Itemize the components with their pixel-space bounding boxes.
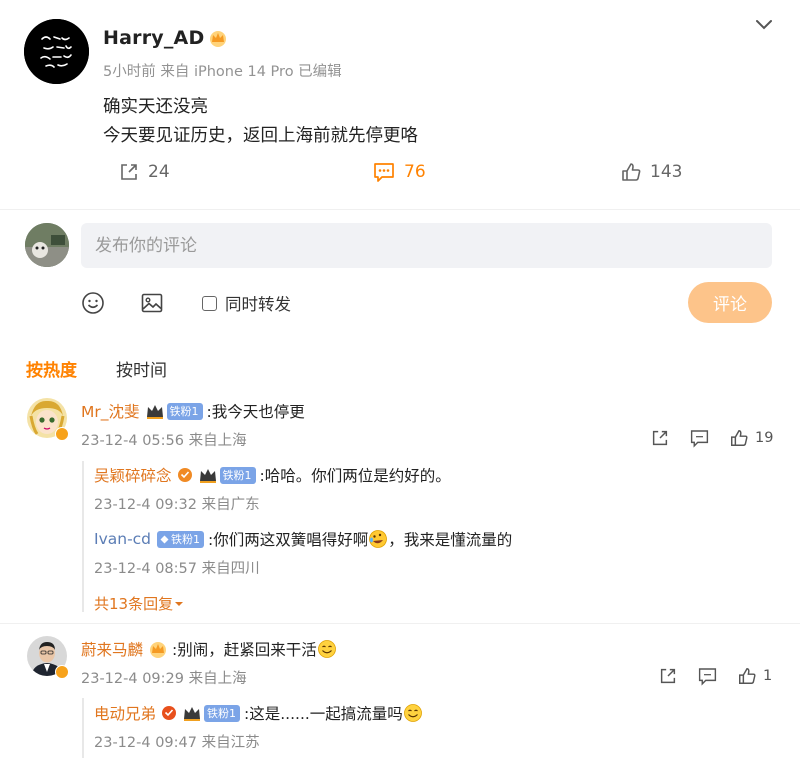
comment-like-button[interactable]: 1 <box>737 666 772 686</box>
view-more-replies-link[interactable]: 共13条回复 <box>94 593 185 614</box>
reply-header: 吴颖碎碎念 铁粉1 :哈哈。你们两位是约好的。 <box>94 464 451 486</box>
comment-header: 蔚来马麟 :别闹，赶紧回来干活 <box>81 638 337 660</box>
verified-badge-icon <box>177 468 192 482</box>
laugh-cry-emoji-icon <box>369 530 388 548</box>
repost-checkbox[interactable]: 同时转发 <box>202 291 291 315</box>
post-text-line2: 今天要见证历史，返回上海前就先停更咯 <box>103 126 418 146</box>
divider <box>0 623 800 624</box>
share-icon <box>652 430 668 446</box>
comment-button[interactable]: 76 <box>372 161 426 183</box>
comment-time: 23-12-4 05:56 来自上海 <box>81 433 247 449</box>
caret-down-icon <box>175 601 184 606</box>
comment-input[interactable] <box>81 223 772 268</box>
my-avatar[interactable] <box>25 223 69 267</box>
comment-time: 23-12-4 09:29 来自上海 <box>81 671 247 687</box>
reply-text-after: ，我来是懂流量的 <box>388 531 513 549</box>
reply-header: 电动兄弟 铁粉1 :这是......一起搞流量吗 <box>94 702 423 724</box>
comment-like-button[interactable]: 19 <box>729 428 773 448</box>
share-count: 24 <box>148 162 170 182</box>
fan-badge: 铁粉1 <box>219 466 256 484</box>
crown-icon <box>184 707 201 721</box>
reply-time: 23-12-4 09:32 来自广东 <box>94 497 260 513</box>
more-replies-label: 共13条回复 <box>94 595 174 613</box>
repost-label: 同时转发 <box>225 295 291 314</box>
submit-comment-button[interactable]: 评论 <box>688 282 772 323</box>
reply-text: :这是......一起搞流量吗 <box>244 705 403 723</box>
thumbs-up-icon <box>731 429 748 446</box>
smile-emoji-icon <box>317 640 336 658</box>
share-button[interactable]: 24 <box>118 161 170 183</box>
thumbs-up-icon <box>622 163 641 181</box>
fan-badge: 铁粉1 <box>204 704 241 722</box>
post-meta: 5小时前 来自 iPhone 14 Pro 已编辑 <box>103 64 342 80</box>
checkbox[interactable] <box>202 295 217 311</box>
like-button[interactable]: 143 <box>620 161 682 183</box>
comment-like-count: 1 <box>763 668 773 684</box>
smile-emoji-icon <box>403 704 422 722</box>
comment-icon <box>698 668 717 686</box>
author-name[interactable]: Harry_AD <box>103 27 228 49</box>
reply-username[interactable]: Ivan-cd <box>94 530 151 548</box>
reply-username[interactable]: 电动兄弟 <box>94 702 156 724</box>
comment-count: 76 <box>404 162 426 182</box>
verified-badge-icon <box>162 706 177 720</box>
divider <box>0 209 800 210</box>
post-text-line1: 确实天还没亮 <box>103 97 208 117</box>
diamond-icon <box>160 535 169 543</box>
crown-badge-icon <box>210 31 227 47</box>
reply-thread-bar <box>82 698 84 758</box>
comment-reply-button[interactable] <box>697 666 718 686</box>
author-avatar[interactable] <box>24 19 89 84</box>
comment-username[interactable]: Mr_沈斐 <box>81 400 140 422</box>
reply-text: :哈哈。你们两位是约好的。 <box>259 467 451 485</box>
tab-sort-time[interactable]: 按时间 <box>116 356 167 381</box>
chevron-down-icon[interactable] <box>754 18 774 32</box>
comment-share-button[interactable] <box>658 666 678 686</box>
crown-badge-icon <box>150 642 167 658</box>
comment-text: :别闹，赶紧回来干活 <box>172 641 317 659</box>
tab-sort-hot[interactable]: 按热度 <box>26 356 77 381</box>
reply-header: Ivan-cd 铁粉1 :你们两这双簧唱得好啊 ，我来是懂流量的 <box>94 528 512 550</box>
comment-header: Mr_沈斐 铁粉1 :我今天也停更 <box>81 400 305 422</box>
thumbs-up-icon <box>739 667 756 684</box>
comment-share-button[interactable] <box>650 428 670 448</box>
comment-username[interactable]: 蔚来马麟 <box>81 638 143 660</box>
author-name-text[interactable]: Harry_AD <box>103 27 204 49</box>
reply-time: 23-12-4 08:57 来自四川 <box>94 561 260 577</box>
comment-icon <box>690 430 709 448</box>
share-icon <box>660 668 676 684</box>
reply-thread-bar <box>82 461 84 612</box>
fan-badge-label: 铁粉1 <box>171 533 201 546</box>
fan-badge-label: 铁粉1 <box>222 469 252 482</box>
verified-badge-icon <box>55 665 69 679</box>
comment-text: :我今天也停更 <box>206 403 305 421</box>
reply-username[interactable]: 吴颖碎碎念 <box>94 464 172 486</box>
fan-badge: 铁粉1 <box>157 530 205 548</box>
reply-time: 23-12-4 09:47 来自江苏 <box>94 735 260 751</box>
comment-icon <box>374 163 394 182</box>
fan-badge: 铁粉1 <box>166 402 203 420</box>
verified-badge-icon <box>55 427 69 441</box>
crown-icon <box>146 405 163 419</box>
emoji-icon[interactable] <box>81 291 105 315</box>
share-icon <box>121 164 137 180</box>
comment-reply-button[interactable] <box>689 428 710 448</box>
fan-badge-label: 铁粉1 <box>207 707 237 720</box>
fan-badge-label: 铁粉1 <box>169 405 199 418</box>
image-icon[interactable] <box>140 291 164 315</box>
like-count: 143 <box>650 162 683 182</box>
comment-like-count: 19 <box>755 430 774 446</box>
reply-text: :你们两这双簧唱得好啊 <box>208 531 369 549</box>
crown-icon <box>199 469 216 483</box>
